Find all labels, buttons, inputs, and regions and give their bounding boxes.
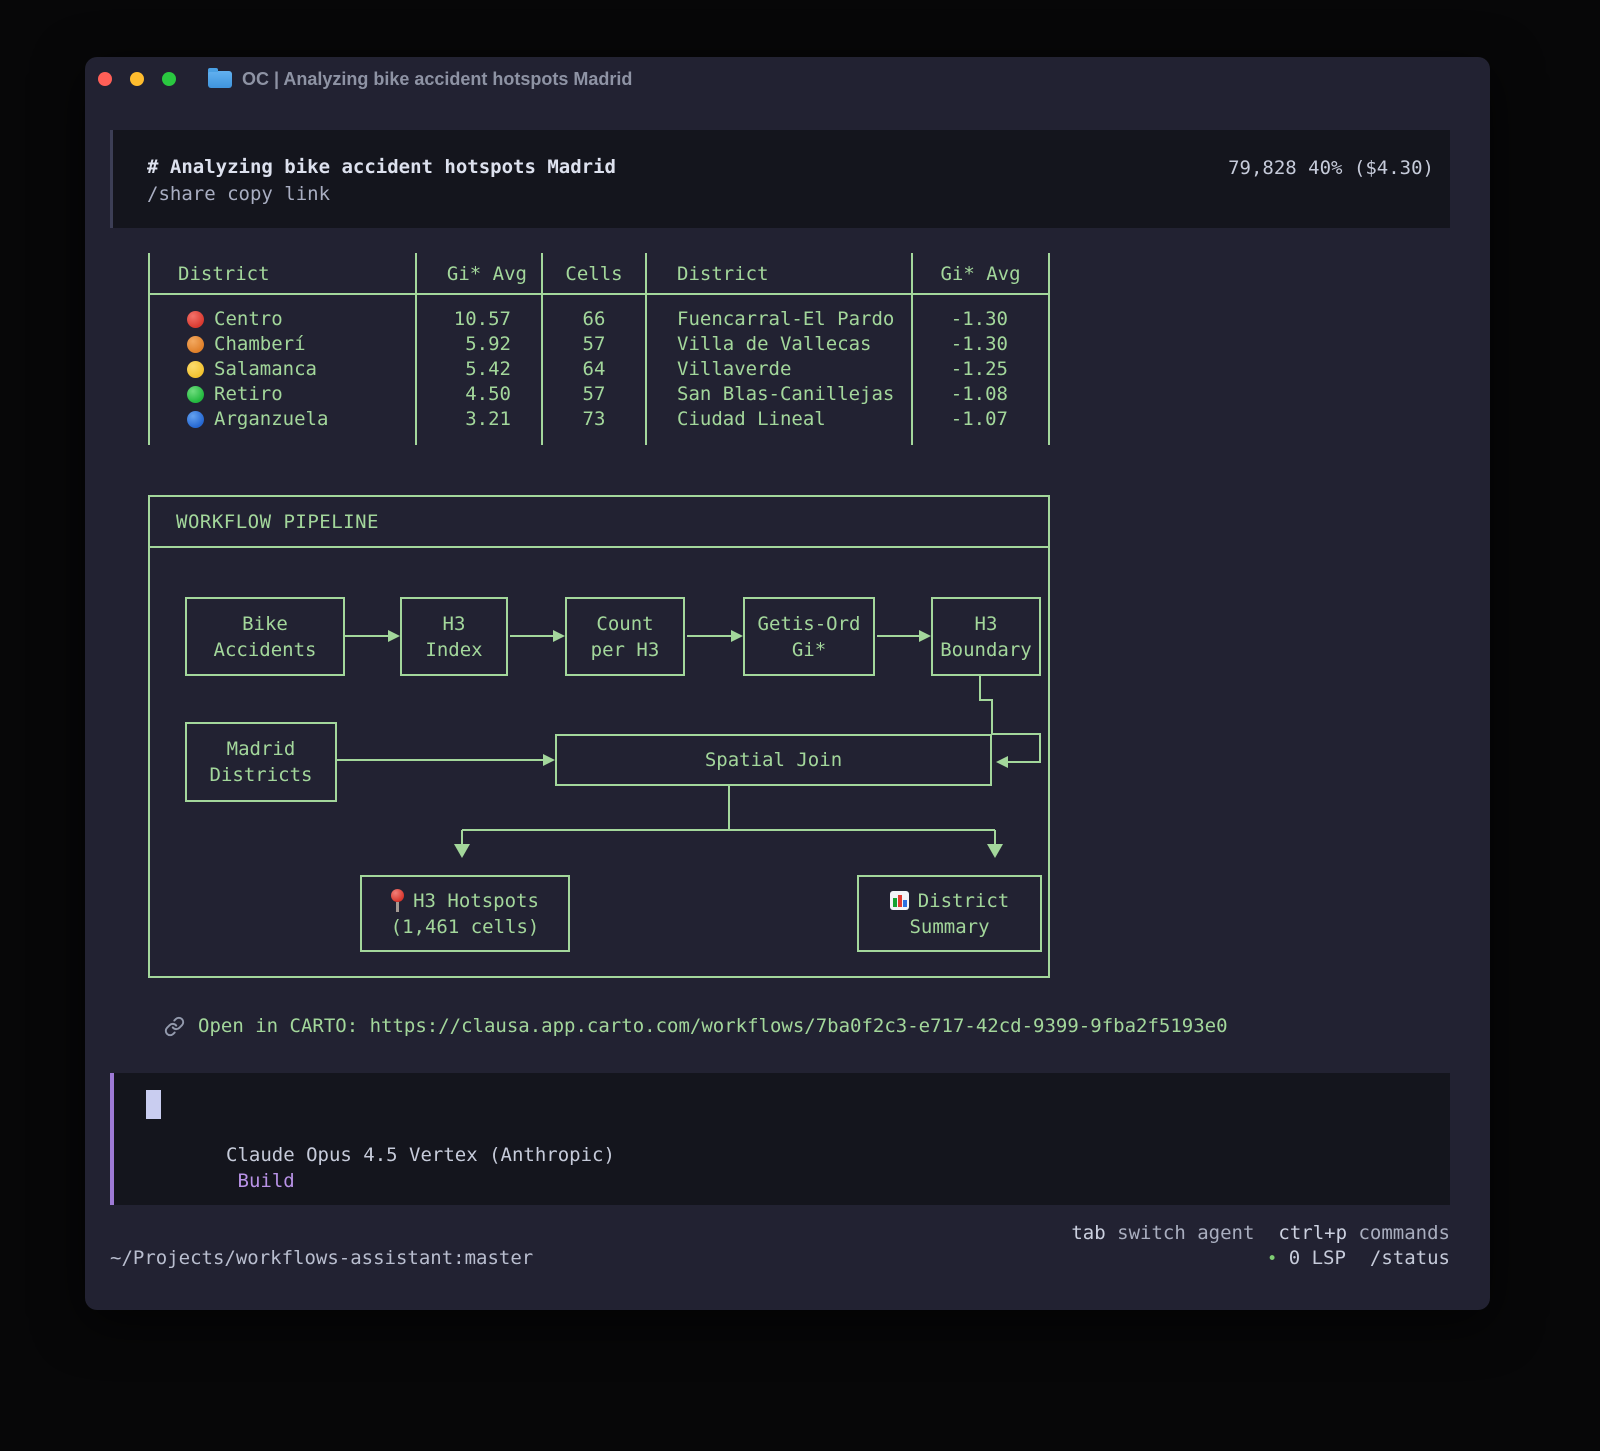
table-cell: 64 — [543, 357, 645, 382]
table-cell: Villaverde — [647, 357, 911, 382]
session-header: # Analyzing bike accident hotspots Madri… — [110, 130, 1450, 228]
table-cell: San Blas-Canillejas — [647, 382, 911, 407]
green-circle-icon — [187, 386, 204, 403]
hint-key-tab: tab — [1071, 1222, 1105, 1244]
carto-url: https://clausa.app.carto.com/workflows/7… — [370, 1015, 1228, 1037]
pipeline-diagram: Bike Accidents H3 Index Count per H3 Get… — [150, 548, 1048, 974]
minimize-button[interactable] — [130, 72, 144, 86]
table-cell: Fuencarral-El Pardo — [647, 307, 911, 332]
agent-mode-badge[interactable]: Build — [238, 1170, 295, 1192]
table-cell: 10.57 — [417, 307, 541, 332]
link-icon — [164, 1016, 185, 1037]
table-row: Retiro — [150, 382, 415, 407]
hotspots-cell-count: (1,461 cells) — [391, 914, 540, 940]
column-header: District — [150, 253, 415, 295]
table-cell: -1.30 — [913, 307, 1048, 332]
table-col-gi-left: Gi* Avg 10.57 5.92 5.42 4.50 3.21 — [415, 253, 541, 445]
districts-table: District Centro Chamberí Salamanca Retir… — [148, 253, 1050, 445]
prompt-input[interactable]: Build Claude Opus 4.5 Vertex (Anthropic) — [110, 1073, 1450, 1205]
table-col-district-left: District Centro Chamberí Salamanca Retir… — [148, 253, 415, 445]
column-header: District — [647, 253, 911, 295]
text-cursor — [146, 1090, 161, 1119]
table-cell: 57 — [543, 332, 645, 357]
column-header: Gi* Avg — [913, 253, 1048, 295]
titlebar: OC | Analyzing bike accident hotspots Ma… — [85, 57, 1490, 101]
status-right: • 0 LSP/status — [1267, 1245, 1450, 1272]
hint-label-commands: commands — [1347, 1222, 1450, 1244]
bar-chart-icon — [890, 891, 909, 910]
table-cell: 73 — [543, 407, 645, 432]
table-cell: 5.92 — [417, 332, 541, 357]
table-col-district-right: District Fuencarral-El Pardo Villa de Va… — [645, 253, 911, 445]
table-row: Centro — [150, 307, 415, 332]
table-cell: 5.42 — [417, 357, 541, 382]
project-path: ~/Projects/workflows-assistant:master — [110, 1245, 533, 1271]
model-line: Build Claude Opus 4.5 Vertex (Anthropic) — [146, 1142, 295, 1246]
table-col-cells: Cells 66 57 64 57 73 — [541, 253, 645, 445]
model-name: Claude Opus 4.5 Vertex (Anthropic) — [226, 1142, 615, 1168]
carto-link-line: Open in CARTO: https://clausa.app.carto.… — [164, 1015, 1228, 1037]
node-spatial-join: Spatial Join — [555, 734, 992, 786]
carto-url-text[interactable]: Open in CARTO: https://clausa.app.carto.… — [198, 1015, 1228, 1037]
table-row: Arganzuela — [150, 407, 415, 432]
folder-icon — [208, 71, 232, 88]
node-bike-accidents: Bike Accidents — [185, 597, 345, 676]
table-row: Salamanca — [150, 357, 415, 382]
lsp-count: 0 LSP — [1277, 1247, 1346, 1269]
hint-label-switch-agent: switch agent — [1106, 1222, 1255, 1244]
node-h3-index: H3 Index — [400, 597, 508, 676]
table-cell: 66 — [543, 307, 645, 332]
pushpin-icon — [391, 889, 404, 913]
desktop: OC | Analyzing bike accident hotspots Ma… — [0, 0, 1600, 1451]
table-cell: 57 — [543, 382, 645, 407]
table-col-gi-right: Gi* Avg -1.30 -1.30 -1.25 -1.08 -1.07 — [911, 253, 1050, 445]
zoom-button[interactable] — [162, 72, 176, 86]
table-cell: Ciudad Lineal — [647, 407, 911, 432]
table-cell: Villa de Vallecas — [647, 332, 911, 357]
workflow-pipeline-panel: WORKFLOW PIPELINE — [148, 495, 1050, 978]
node-getis-ord-gi: Getis-Ord Gi* — [743, 597, 875, 676]
blue-circle-icon — [187, 411, 204, 428]
session-title: # Analyzing bike accident hotspots Madri… — [147, 154, 616, 180]
node-h3-hotspots: H3 Hotspots (1,461 cells) — [360, 875, 570, 952]
column-header: Cells — [543, 253, 645, 295]
lsp-status-dot: • — [1267, 1249, 1277, 1269]
red-circle-icon — [187, 311, 204, 328]
share-command-hint[interactable]: /share copy link — [147, 181, 330, 207]
node-h3-boundary: H3 Boundary — [931, 597, 1041, 676]
table-cell: 4.50 — [417, 382, 541, 407]
node-district-summary: District Summary — [857, 875, 1042, 952]
status-command-hint[interactable]: /status — [1370, 1247, 1450, 1269]
table-row: Chamberí — [150, 332, 415, 357]
orange-circle-icon — [187, 336, 204, 353]
node-madrid-districts: Madrid Districts — [185, 722, 337, 802]
terminal-window: OC | Analyzing bike accident hotspots Ma… — [85, 57, 1490, 1310]
table-cell: -1.25 — [913, 357, 1048, 382]
yellow-circle-icon — [187, 361, 204, 378]
table-cell: -1.07 — [913, 407, 1048, 432]
window-title: OC | Analyzing bike accident hotspots Ma… — [242, 69, 632, 90]
close-button[interactable] — [98, 72, 112, 86]
column-header: Gi* Avg — [417, 253, 541, 295]
token-cost-stats: 79,828 40% ($4.30) — [1228, 155, 1434, 181]
hint-key-ctrl-p: ctrl+p — [1278, 1222, 1347, 1244]
table-cell: -1.08 — [913, 382, 1048, 407]
node-count-per-h3: Count per H3 — [565, 597, 685, 676]
pipeline-title: WORKFLOW PIPELINE — [150, 497, 1048, 548]
table-cell: -1.30 — [913, 332, 1048, 357]
table-cell: 3.21 — [417, 407, 541, 432]
